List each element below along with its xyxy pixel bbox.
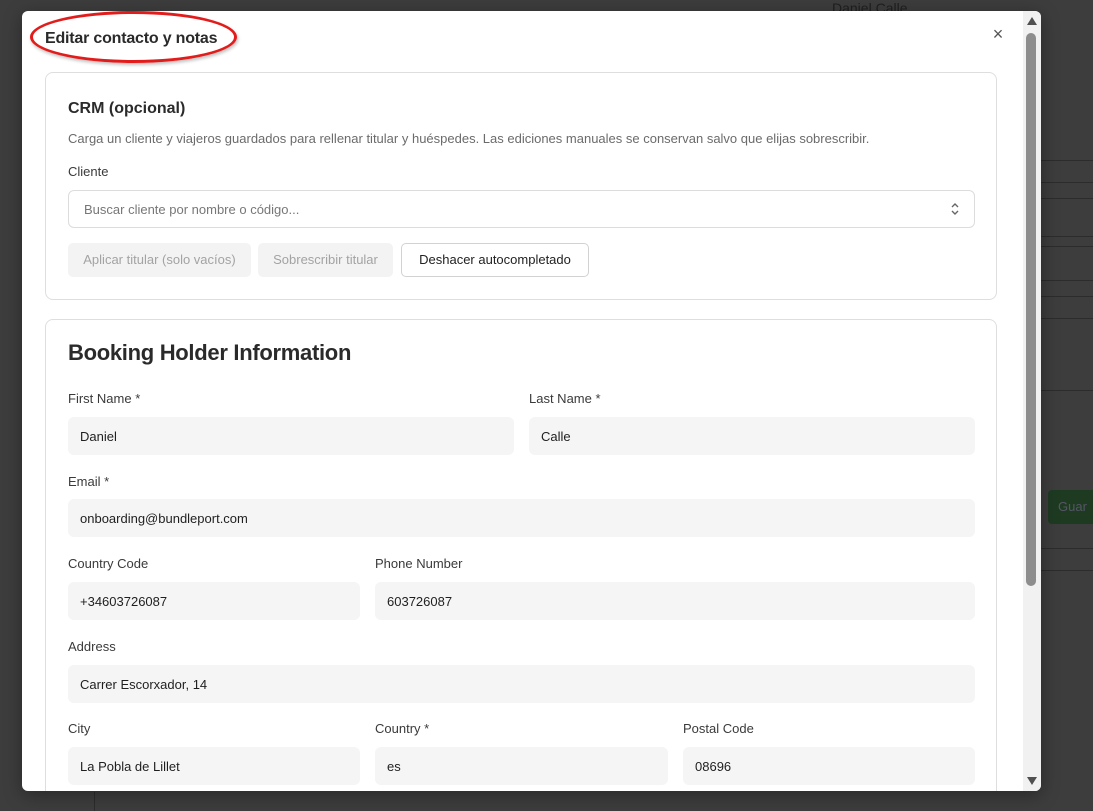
first-name-label: First Name * [68, 391, 140, 406]
required-marker: * [104, 474, 110, 489]
background-divider [1041, 236, 1093, 237]
country-label-text: Country [375, 721, 421, 736]
background-divider [1041, 280, 1093, 281]
last-name-label: Last Name * [529, 391, 601, 406]
background-divider [1041, 318, 1093, 319]
scroll-down-arrow-icon[interactable] [1027, 777, 1037, 785]
postal-code-field[interactable]: 08696 [683, 747, 975, 785]
overwrite-holder-button[interactable]: Sobrescribir titular [258, 243, 393, 277]
email-field[interactable]: onboarding@bundleport.com [68, 499, 975, 537]
background-divider [1041, 570, 1093, 571]
chevron-up-down-icon [951, 203, 959, 215]
background-divider [94, 792, 95, 811]
close-icon[interactable]: × [988, 24, 1008, 44]
address-field[interactable]: Carrer Escorxador, 14 [68, 665, 975, 703]
country-code-label: Country Code [68, 556, 149, 571]
modal-scrollbar[interactable] [1023, 11, 1041, 791]
phone-number-label: Phone Number [375, 556, 463, 571]
client-label: Cliente [68, 164, 109, 179]
background-save-button: Guar [1048, 490, 1093, 524]
first-name-field[interactable]: Daniel [68, 417, 514, 455]
booking-holder-title: Booking Holder Information [68, 340, 352, 365]
background-divider [1041, 548, 1093, 549]
country-code-value: +34603726087 [80, 594, 168, 609]
country-label: Country * [375, 721, 429, 736]
email-value: onboarding@bundleport.com [80, 511, 248, 526]
postal-code-value: 08696 [695, 759, 732, 774]
phone-number-field[interactable]: 603726087 [375, 582, 975, 620]
scrollbar-thumb[interactable] [1026, 33, 1036, 586]
crm-card: CRM (opcional) Carga un cliente y viajer… [45, 72, 997, 300]
address-label: Address [68, 639, 116, 654]
email-label-text: Email [68, 474, 101, 489]
scroll-up-arrow-icon[interactable] [1027, 17, 1037, 25]
postal-code-label: Postal Code [683, 721, 754, 736]
country-code-field[interactable]: +34603726087 [68, 582, 360, 620]
city-label: City [68, 721, 91, 736]
address-value: Carrer Escorxador, 14 [80, 677, 208, 692]
edit-contact-modal: Editar contacto y notas × CRM (opcional)… [22, 11, 1041, 791]
first-name-label-text: First Name [68, 391, 132, 406]
booking-holder-card: Booking Holder Information First Name * … [45, 319, 997, 791]
crm-title: CRM (opcional) [68, 100, 186, 117]
first-name-value: Daniel [80, 429, 117, 444]
last-name-field[interactable]: Calle [529, 417, 975, 455]
last-name-label-text: Last Name [529, 391, 592, 406]
city-value: La Pobla de Lillet [80, 759, 180, 774]
required-marker: * [424, 721, 430, 736]
crm-description: Carga un cliente y viajeros guardados pa… [68, 131, 870, 146]
background-divider [1041, 198, 1093, 199]
city-field[interactable]: La Pobla de Lillet [68, 747, 360, 785]
background-divider [1041, 160, 1093, 161]
client-search-placeholder: Buscar cliente por nombre o código... [84, 202, 300, 217]
apply-holder-button[interactable]: Aplicar titular (solo vacíos) [68, 243, 251, 277]
background-divider [1041, 390, 1093, 391]
undo-autofill-button[interactable]: Deshacer autocompletado [401, 243, 589, 277]
country-value: es [387, 759, 401, 774]
modal-title: Editar contacto y notas [45, 30, 218, 47]
background-divider [1041, 296, 1093, 297]
last-name-value: Calle [541, 429, 571, 444]
required-marker: * [135, 391, 141, 406]
client-search-select[interactable]: Buscar cliente por nombre o código... [68, 190, 975, 228]
required-marker: * [595, 391, 601, 406]
email-label: Email * [68, 474, 109, 489]
country-field[interactable]: es [375, 747, 668, 785]
background-divider [1041, 182, 1093, 183]
background-divider [1041, 246, 1093, 247]
phone-number-value: 603726087 [387, 594, 453, 609]
